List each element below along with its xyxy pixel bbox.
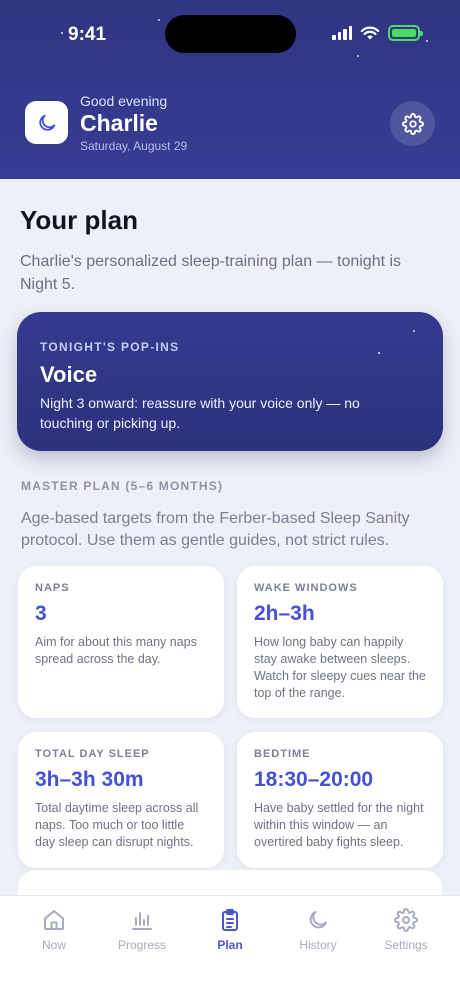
greeting-text: Good evening: [80, 93, 168, 109]
tab-label: Settings: [384, 938, 428, 952]
star-decoration: [413, 330, 415, 332]
master-plan-description: Age-based targets from the Ferber-based …: [21, 510, 410, 549]
card-label: BEDTIME: [254, 748, 311, 760]
gear-icon: [394, 908, 418, 932]
tab-history[interactable]: History: [278, 908, 358, 1000]
total-day-sleep-card: TOTAL DAY SLEEP 3h–3h 30m Total daytime …: [18, 732, 224, 868]
bottom-tab-bar: Now Progress Plan History Settings: [0, 895, 460, 1000]
status-time: 9:41: [68, 24, 107, 45]
tab-now[interactable]: Now: [14, 908, 94, 1000]
card-label: WAKE WINDOWS: [254, 582, 358, 594]
dynamic-island: [165, 15, 296, 53]
card-description: Total daytime sleep across all naps. Too…: [35, 801, 199, 849]
card-label: NAPS: [35, 582, 70, 594]
card-description: How long baby can happily stay awake bet…: [254, 635, 426, 700]
bedtime-card: BEDTIME 18:30–20:00 Have baby settled fo…: [237, 732, 443, 868]
card-value: 2h–3h: [254, 602, 315, 625]
tonight-method: Voice: [40, 362, 98, 387]
gear-icon: [401, 112, 424, 135]
naps-card: NAPS 3 Aim for about this many naps spre…: [18, 566, 224, 718]
tab-settings[interactable]: Settings: [366, 908, 446, 1000]
cellular-signal-icon: [332, 26, 352, 40]
tab-label: Plan: [217, 938, 243, 952]
home-icon: [44, 910, 64, 930]
star-decoration: [357, 55, 359, 57]
current-date: Saturday, August 29: [80, 139, 188, 153]
card-description: Aim for about this many naps spread acro…: [35, 635, 197, 666]
tab-label: Now: [41, 938, 66, 952]
card-description: Have baby settled for the night within t…: [254, 801, 424, 849]
status-icons: [332, 25, 423, 41]
child-name: Charlie: [80, 110, 158, 136]
star-decoration: [61, 32, 63, 34]
battery-icon: [388, 25, 423, 41]
card-label: TOTAL DAY SLEEP: [35, 748, 150, 760]
tonight-description: Night 3 onward: reassure with your voice…: [40, 395, 360, 431]
app-logo: [25, 101, 68, 144]
card-value: 3: [35, 602, 47, 625]
app-header: 9:41 Good evening Charlie Saturday, Augu…: [0, 0, 460, 179]
wake-windows-card: WAKE WINDOWS 2h–3h How long baby can hap…: [237, 566, 443, 718]
tab-label: Progress: [117, 938, 167, 952]
tab-plan[interactable]: Plan: [190, 908, 270, 1000]
master-plan-label: MASTER PLAN (5–6 MONTHS): [21, 479, 224, 493]
star-decoration: [158, 19, 160, 21]
tab-label: History: [299, 938, 337, 952]
moon-icon: [38, 114, 55, 131]
plan-description: Charlie's personalized sleep-training pl…: [20, 253, 402, 293]
tonight-popins-card: TONIGHT'S POP-INS Voice Night 3 onward: …: [17, 312, 443, 451]
tab-progress[interactable]: Progress: [102, 908, 182, 1000]
bar-chart-icon: [132, 912, 152, 930]
wifi-icon: [360, 26, 380, 39]
tonight-kicker: TONIGHT'S POP-INS: [40, 340, 180, 354]
clipboard-icon: [222, 909, 238, 931]
card-value: 3h–3h 30m: [35, 768, 144, 791]
settings-button[interactable]: [390, 101, 435, 146]
star-decoration: [378, 352, 380, 354]
star-decoration: [426, 40, 428, 42]
card-value: 18:30–20:00: [254, 768, 374, 791]
page-title: Your plan: [20, 205, 138, 235]
moon-icon: [309, 911, 327, 929]
